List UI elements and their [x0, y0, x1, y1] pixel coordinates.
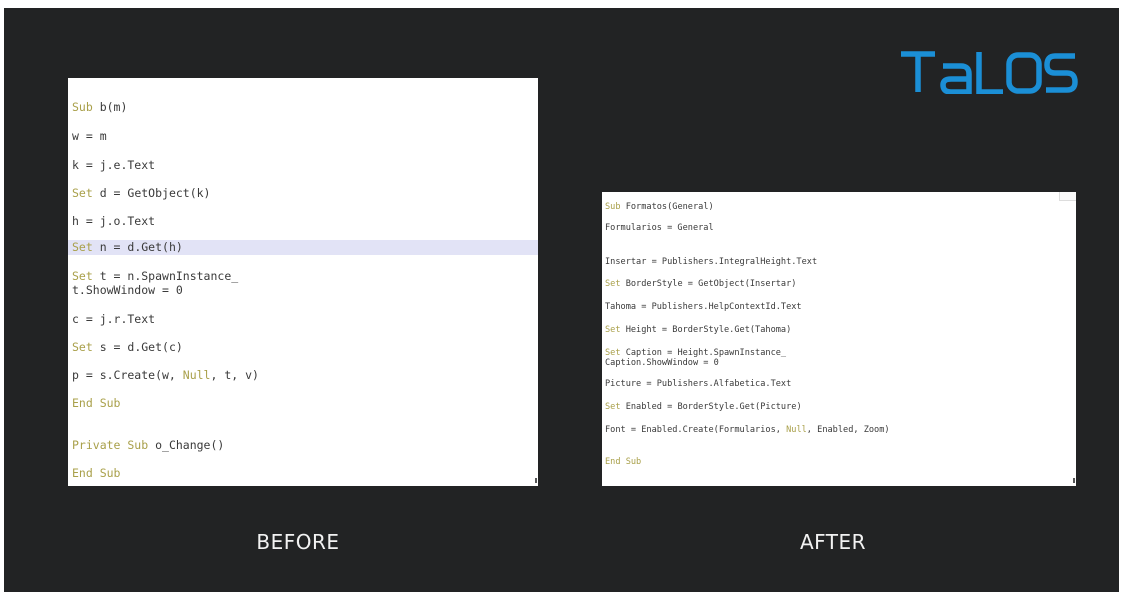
after-code-panel: Sub Formatos(General) Formularios = Gene…: [602, 192, 1076, 486]
code-line: Set s = d.Get(c): [72, 340, 183, 354]
code-line: Set d = GetObject(k): [72, 186, 211, 200]
code-line: End Sub: [72, 396, 121, 410]
before-code-panel: Sub b(m) w = m k = j.e.Text Set d = GetO…: [68, 78, 538, 486]
code-line: End Sub: [605, 457, 642, 467]
code-line-highlighted: Set n = d.Get(h): [68, 240, 538, 255]
code-line: Set Enabled = BorderStyle.Get(Picture): [605, 402, 802, 412]
code-line: Insertar = Publishers.IntegralHeight.Tex…: [605, 257, 818, 267]
code-line: Tahoma = Publishers.HelpContextId.Text: [605, 302, 802, 312]
code-line: t.ShowWindow = 0: [72, 283, 183, 297]
code-line: Sub Formatos(General): [605, 202, 714, 212]
code-line: Set t = n.SpawnInstance_: [72, 269, 239, 283]
slide-background: Sub b(m) w = m k = j.e.Text Set d = GetO…: [4, 8, 1119, 592]
code-line: h = j.o.Text: [72, 214, 156, 228]
code-line: Set Height = BorderStyle.Get(Tahoma): [605, 325, 792, 335]
code-line: Formularios = General: [605, 223, 714, 233]
after-caption: AFTER: [799, 530, 867, 554]
panel-corner-mark: [535, 478, 537, 483]
code-line: c = j.r.Text: [72, 312, 156, 326]
code-line: k = j.e.Text: [72, 158, 156, 172]
code-line: Font = Enabled.Create(Formularios, Null,…: [605, 425, 890, 435]
code-line: Picture = Publishers.Alfabetica.Text: [605, 379, 792, 389]
code-line: Caption.ShowWindow = 0: [605, 358, 719, 368]
code-line: p = s.Create(w, Null, t, v): [72, 368, 259, 382]
code-line: Set BorderStyle = GetObject(Insertar): [605, 279, 797, 289]
code-line: Private Sub o_Change(): [72, 438, 225, 452]
code-line: Sub b(m): [72, 100, 128, 114]
talos-logo: [901, 51, 1078, 94]
code-line: End Sub: [72, 466, 121, 480]
before-caption: BEFORE: [256, 530, 340, 554]
page-fold-corner: [1059, 192, 1076, 201]
code-line: w = m: [72, 129, 107, 143]
panel-corner-mark: [1073, 478, 1075, 483]
